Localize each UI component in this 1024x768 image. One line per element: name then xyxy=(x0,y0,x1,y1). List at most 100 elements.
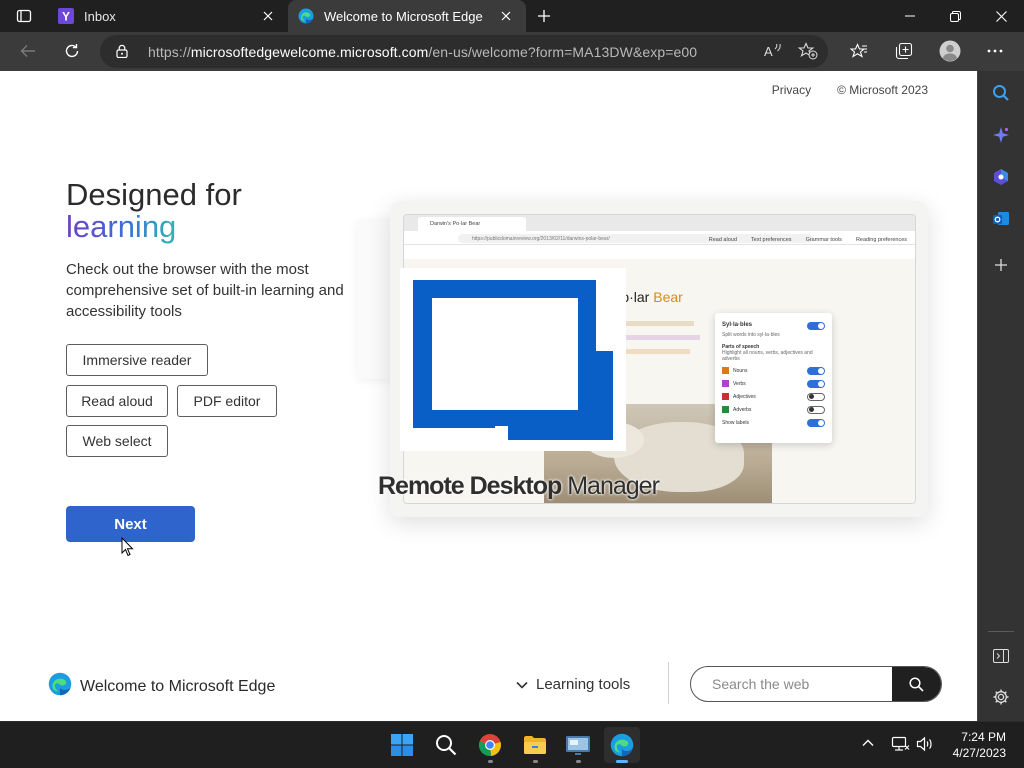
add-favorite-icon[interactable] xyxy=(797,42,818,65)
part-label: Nouns xyxy=(733,367,748,374)
close-window-button[interactable] xyxy=(978,0,1024,32)
taskbar-chrome-button[interactable] xyxy=(472,727,508,763)
part-label: Adjectives xyxy=(733,393,756,400)
restore-icon xyxy=(949,10,961,22)
tab-actions-button[interactable] xyxy=(8,4,40,28)
learning-tools-dropdown[interactable]: Learning tools xyxy=(516,676,630,693)
tab-actions-icon xyxy=(16,9,32,23)
back-button[interactable] xyxy=(12,36,44,66)
tab-welcome-edge[interactable]: Welcome to Microsoft Edge xyxy=(288,0,526,32)
url-path: /en-us/welcome?form=MA13DW&exp=e00 xyxy=(428,44,698,60)
illustration-tool: Grammar tools xyxy=(805,237,842,243)
close-tab-icon[interactable] xyxy=(258,6,278,26)
illustration-tool: Read aloud xyxy=(708,237,737,243)
start-button[interactable] xyxy=(384,727,420,763)
remote-desktop-manager-logo xyxy=(400,268,626,451)
tab-title: Inbox xyxy=(84,8,116,24)
plus-icon xyxy=(995,259,1007,271)
syllables-sub: Split words into syl·la·bles xyxy=(722,332,780,338)
illustration-toolbar: Read aloud Text preferences Grammar tool… xyxy=(709,237,907,243)
settings-more-button[interactable] xyxy=(979,36,1011,66)
running-indicator xyxy=(576,760,581,763)
taskbar-remote-desktop-manager-button[interactable] xyxy=(560,727,596,763)
chevron-up-icon xyxy=(862,739,874,746)
search-icon xyxy=(909,676,924,692)
sparkle-icon xyxy=(993,127,1009,143)
sidebar-search-button[interactable] xyxy=(989,81,1013,105)
illustration-tool: Reading preferences xyxy=(855,237,907,243)
gear-icon xyxy=(993,689,1009,705)
more-icon xyxy=(987,49,1003,53)
article-line xyxy=(614,335,700,340)
restore-button[interactable] xyxy=(932,0,978,32)
svg-text:Y: Y xyxy=(62,10,70,24)
search-button[interactable] xyxy=(892,667,941,701)
pdf-editor-button[interactable]: PDF editor xyxy=(177,385,277,417)
tab-strip: Y Inbox Welcome to Microsoft Edge xyxy=(0,0,1024,32)
outlook-icon xyxy=(993,212,1009,225)
sidebar-copilot-button[interactable] xyxy=(989,123,1013,147)
chrome-icon xyxy=(478,734,501,757)
running-indicator xyxy=(488,760,493,763)
favorites-button[interactable] xyxy=(843,36,875,66)
active-indicator xyxy=(616,760,628,763)
collections-button[interactable] xyxy=(888,36,920,66)
minimize-icon xyxy=(905,15,915,17)
profile-button[interactable] xyxy=(934,36,966,66)
collections-icon xyxy=(895,42,913,60)
tab-inbox[interactable]: Y Inbox xyxy=(48,0,288,32)
read-aloud-button[interactable]: Read aloud xyxy=(66,385,168,417)
hide-sidebar-icon xyxy=(993,649,1009,663)
browser-toolbar: https://microsoftedgewelcome.microsoft.c… xyxy=(0,32,1024,71)
mouse-cursor-icon xyxy=(121,537,134,557)
start-icon xyxy=(391,734,413,756)
show-hidden-icons-button[interactable] xyxy=(861,736,875,755)
lock-icon[interactable] xyxy=(116,44,128,63)
search-icon xyxy=(993,85,1009,101)
address-bar[interactable]: https://microsoftedgewelcome.microsoft.c… xyxy=(100,35,828,68)
show-labels-label: Show labels xyxy=(722,419,749,426)
plus-icon xyxy=(538,10,550,22)
footer-divider xyxy=(668,662,669,704)
new-tab-button[interactable] xyxy=(531,4,557,28)
taskbar-clock[interactable]: 7:24 PM 4/27/2023 xyxy=(953,729,1006,761)
sidebar-shopping-button[interactable] xyxy=(989,165,1013,189)
article-line xyxy=(614,321,694,326)
privacy-link[interactable]: Privacy xyxy=(772,83,811,97)
part-label: Verbs xyxy=(733,380,746,387)
sidebar-add-button[interactable] xyxy=(989,253,1013,277)
remote-desktop-manager-icon xyxy=(566,736,590,755)
taskbar-edge-button[interactable] xyxy=(604,727,640,763)
web-select-button[interactable]: Web select xyxy=(66,425,168,457)
close-tab-icon[interactable] xyxy=(496,6,516,26)
search-input[interactable] xyxy=(691,667,893,701)
url-text: https://microsoftedgewelcome.microsoft.c… xyxy=(148,44,697,60)
immersive-reader-button[interactable]: Immersive reader xyxy=(66,344,208,376)
sidebar-hide-button[interactable] xyxy=(989,644,1013,668)
headline-line1: Designed for xyxy=(66,177,242,212)
page-title: Designed for learning xyxy=(66,179,242,243)
running-indicator xyxy=(533,760,538,763)
edge-icon xyxy=(298,8,314,24)
volume-button[interactable] xyxy=(916,736,934,757)
footer-title: Welcome to Microsoft Edge xyxy=(80,678,276,695)
favorites-icon xyxy=(850,42,867,58)
taskbar-file-explorer-button[interactable] xyxy=(517,727,553,763)
minimize-button[interactable] xyxy=(887,0,933,32)
parts-sub: Highlight all nouns, verbs, adjectives a… xyxy=(722,350,813,362)
refresh-button[interactable] xyxy=(56,36,88,66)
taskbar-search-button[interactable] xyxy=(428,727,464,763)
learning-tools-label: Learning tools xyxy=(536,676,631,693)
web-search-box xyxy=(690,666,942,702)
page-description: Check out the browser with the most comp… xyxy=(66,261,344,320)
caption-bold: Remote Desktop xyxy=(378,472,562,500)
sidebar-outlook-button[interactable] xyxy=(989,207,1013,231)
sidebar-settings-button[interactable] xyxy=(989,685,1013,709)
network-status-button[interactable] xyxy=(890,736,910,757)
refresh-icon xyxy=(65,44,79,58)
back-arrow-icon xyxy=(20,45,35,57)
copyright-text: © Microsoft 2023 xyxy=(837,83,928,97)
edge-sidebar xyxy=(977,71,1024,721)
caption-light: Manager xyxy=(567,472,660,500)
read-aloud-icon[interactable]: A xyxy=(763,43,783,64)
